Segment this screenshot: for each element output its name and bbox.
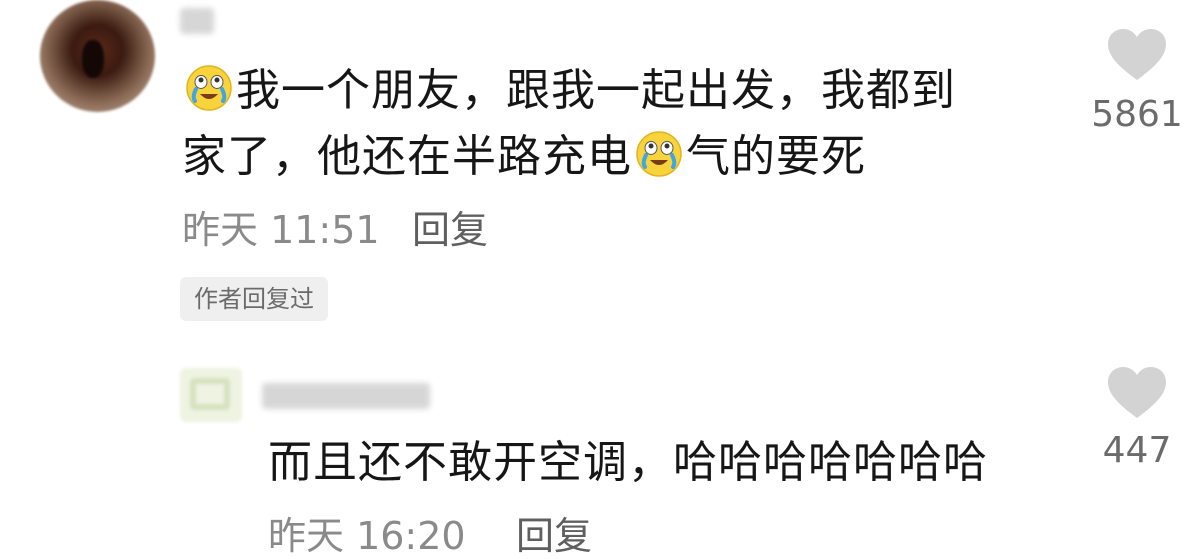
like-count: 5861 <box>1091 94 1183 135</box>
comment-line1: 我一个朋友，跟我一起出发，我都到 <box>236 65 956 116</box>
reply-button[interactable]: 回复 <box>412 210 488 250</box>
reply-button[interactable]: 回复 <box>516 516 592 556</box>
username-blurred[interactable] <box>180 8 214 34</box>
comment-timestamp: 昨天 11:51 <box>182 208 380 252</box>
heart-icon[interactable] <box>1106 28 1168 82</box>
avatar[interactable] <box>40 0 155 112</box>
comment-text: 我一个朋友，跟我一起出发，我都到 家了，他还在半路充电 气的要死 <box>182 58 1062 190</box>
reply-text: 而且还不敢开空调，哈哈哈哈哈哈哈 <box>268 437 988 488</box>
comment-line2-end: 气的要死 <box>686 131 866 182</box>
like-count: 447 <box>1102 430 1172 471</box>
author-replied-badge: 作者回复过 <box>180 277 328 321</box>
crying-laughing-emoji <box>186 65 232 111</box>
avatar[interactable] <box>180 368 242 422</box>
heart-icon[interactable] <box>1106 366 1168 420</box>
crying-laughing-emoji <box>636 131 682 177</box>
reply-timestamp: 昨天 16:20 <box>268 514 466 558</box>
comment-line2: 家了，他还在半路充电 <box>182 131 632 182</box>
username-blurred[interactable] <box>262 383 430 409</box>
